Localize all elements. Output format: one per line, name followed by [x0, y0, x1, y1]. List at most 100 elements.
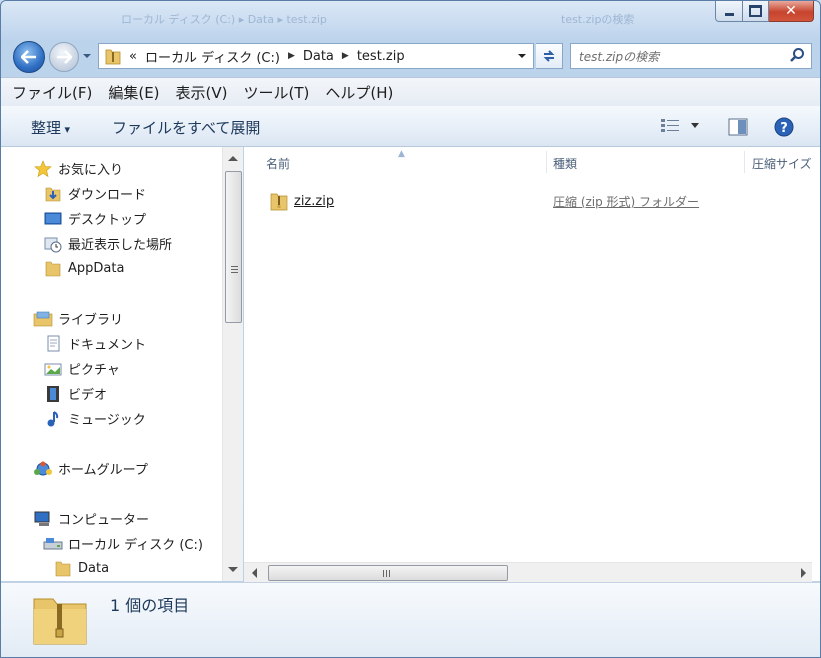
pictures-icon	[43, 360, 63, 378]
file-list: ▲ 名前 種類 圧縮サイズ ziz.zip 圧縮 (zip 形式) フォルダー	[244, 147, 820, 581]
downloads-folder-icon	[43, 185, 63, 203]
nav-item-local-disk[interactable]: ローカル ディスク (C:)	[43, 534, 203, 553]
breadcrumb-local-disk[interactable]: ローカル ディスク (C:)	[145, 47, 280, 66]
menu-tools[interactable]: ツール(T)	[241, 80, 313, 105]
item-count: 1 個の項目	[110, 596, 190, 615]
desktop-icon	[43, 210, 63, 228]
scroll-down-icon[interactable]	[228, 567, 238, 572]
column-type[interactable]: 種類	[553, 155, 577, 172]
nav-item-label: ビデオ	[68, 388, 108, 403]
file-row[interactable]: ziz.zip	[270, 191, 334, 211]
forward-button[interactable]	[49, 42, 79, 72]
minimize-icon	[724, 13, 734, 16]
menu-edit[interactable]: 編集(E)	[105, 80, 162, 105]
address-bar[interactable]: « ローカル ディスク (C:) ▶ Data ▶ test.zip	[98, 43, 534, 69]
star-icon	[33, 159, 53, 178]
nav-item-videos[interactable]: ビデオ	[43, 384, 107, 403]
breadcrumb-separator-icon[interactable]: ▶	[342, 51, 349, 61]
nav-favorites-label: お気に入り	[58, 163, 124, 178]
command-bar: 整理 ファイルをすべて展開 ?	[1, 106, 820, 147]
nav-item-pictures[interactable]: ピクチャ	[43, 359, 120, 378]
file-list-hscrollbar[interactable]	[244, 562, 812, 582]
homegroup-icon	[33, 460, 53, 478]
help-icon[interactable]: ?	[774, 117, 794, 137]
chevron-down-icon	[83, 54, 91, 58]
nav-libraries-label: ライブラリ	[58, 313, 124, 328]
hscroll-thumb[interactable]	[268, 565, 508, 581]
refresh-button[interactable]	[536, 43, 563, 69]
search-input[interactable]: test.zipの検索	[579, 48, 659, 65]
minimize-button[interactable]	[715, 1, 743, 22]
nav-item-downloads[interactable]: ダウンロード	[43, 184, 146, 203]
ghost-title-right: test.zipの検索	[561, 13, 635, 26]
breadcrumb-separator-icon[interactable]: ▶	[288, 51, 295, 61]
nav-item-label: ダウンロード	[68, 188, 147, 203]
nav-item-desktop[interactable]: デスクトップ	[43, 209, 146, 228]
navigation-pane: お気に入り ダウンロード デスクトップ 最近表示した場所 AppData ライブ…	[1, 147, 223, 581]
column-divider[interactable]	[744, 151, 745, 173]
column-header: ▲ 名前 種類 圧縮サイズ	[244, 147, 820, 177]
nav-item-appdata[interactable]: AppData	[43, 259, 124, 277]
scroll-up-icon[interactable]	[228, 156, 238, 161]
back-button[interactable]	[13, 41, 45, 73]
drive-icon	[43, 535, 63, 553]
nav-item-label: Data	[78, 560, 110, 576]
menu-bar: ファイル(F) 編集(E) 表示(V) ツール(T) ヘルプ(H)	[1, 77, 820, 106]
file-type: 圧縮 (zip 形式) フォルダー	[553, 195, 700, 209]
menu-file[interactable]: ファイル(F)	[9, 80, 95, 105]
close-icon: ✕	[785, 3, 797, 19]
zip-folder-icon	[270, 193, 288, 211]
arrow-left-icon	[21, 50, 36, 64]
nav-item-label: デスクトップ	[68, 213, 147, 228]
scroll-left-icon[interactable]	[252, 568, 257, 578]
nav-item-music[interactable]: ミュージック	[43, 409, 146, 428]
address-dropdown-icon[interactable]	[517, 52, 527, 60]
column-divider[interactable]	[546, 151, 547, 173]
nav-libraries[interactable]: ライブラリ	[33, 309, 123, 328]
view-options-icon[interactable]	[660, 117, 682, 135]
nav-item-label: AppData	[68, 260, 125, 276]
svg-text:?: ?	[780, 121, 788, 136]
file-name[interactable]: ziz.zip	[294, 194, 334, 209]
preview-pane-icon[interactable]	[728, 118, 748, 136]
breadcrumb-overflow[interactable]: «	[129, 49, 137, 64]
videos-icon	[43, 385, 63, 403]
nav-pane-scrollbar[interactable]	[222, 147, 243, 581]
nav-item-label: ローカル ディスク (C:)	[68, 538, 203, 553]
computer-icon	[33, 510, 53, 528]
nav-item-label: ドキュメント	[68, 338, 147, 353]
details-pane: 1 個の項目	[1, 582, 820, 657]
column-name[interactable]: 名前	[266, 155, 290, 172]
view-dropdown-icon[interactable]	[691, 123, 699, 128]
breadcrumb-test-zip[interactable]: test.zip	[357, 49, 405, 64]
scroll-thumb[interactable]	[225, 171, 242, 323]
nav-computer-label: コンピューター	[58, 513, 150, 528]
music-icon	[43, 410, 63, 428]
extract-all-button[interactable]: ファイルをすべて展開	[112, 117, 260, 138]
search-box[interactable]: test.zipの検索	[570, 43, 812, 69]
nav-item-label: ミュージック	[68, 413, 146, 428]
nav-item-recent-places[interactable]: 最近表示した場所	[43, 234, 172, 253]
close-button[interactable]: ✕	[769, 1, 814, 22]
nav-item-label: ピクチャ	[68, 363, 120, 378]
menu-view[interactable]: 表示(V)	[173, 80, 231, 105]
refresh-icon	[543, 50, 555, 62]
nav-computer[interactable]: コンピューター	[33, 509, 149, 528]
scroll-right-icon[interactable]	[801, 568, 806, 578]
nav-item-data[interactable]: Data	[53, 559, 109, 577]
organize-button[interactable]: 整理	[31, 117, 70, 138]
nav-item-documents[interactable]: ドキュメント	[43, 334, 146, 353]
search-icon[interactable]	[789, 47, 805, 63]
maximize-button[interactable]	[743, 1, 769, 22]
recent-pages-button[interactable]	[81, 48, 93, 64]
caption-buttons: ✕	[715, 1, 814, 22]
folder-zip-icon	[105, 49, 121, 65]
menu-help[interactable]: ヘルプ(H)	[322, 80, 396, 105]
column-compressed-size[interactable]: 圧縮サイズ	[752, 155, 812, 172]
recent-places-icon	[43, 235, 63, 253]
breadcrumb-data[interactable]: Data	[303, 49, 334, 64]
nav-homegroup[interactable]: ホームグループ	[33, 459, 148, 478]
maximize-icon	[749, 5, 762, 17]
nav-item-label: 最近表示した場所	[68, 238, 173, 253]
nav-favorites[interactable]: お気に入り	[33, 159, 123, 178]
